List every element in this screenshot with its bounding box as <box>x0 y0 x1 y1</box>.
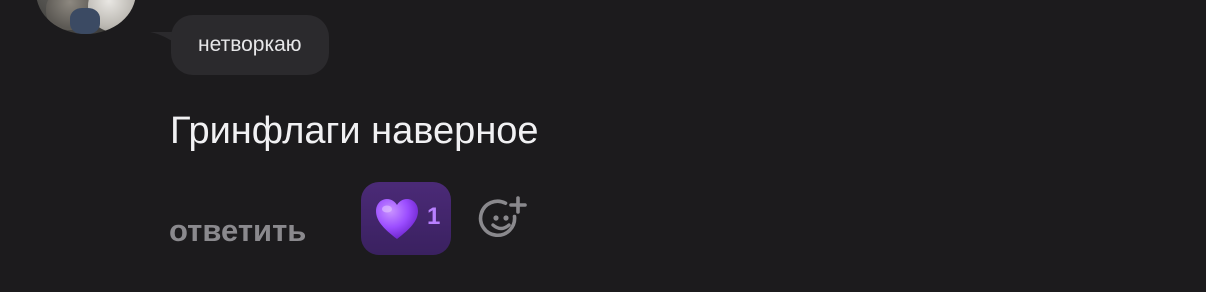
reply-quote-text: нетворкаю <box>198 33 302 56</box>
avatar[interactable] <box>36 0 136 34</box>
reply-button[interactable]: ответить <box>169 210 306 252</box>
reply-quote-bubble[interactable]: нетворкаю <box>171 15 329 75</box>
comment-thread-item: нетворкаю Гринфлаги наверное ответить 1 <box>0 0 1206 292</box>
comment-message: Гринфлаги наверное <box>170 110 539 152</box>
avatar-shape <box>70 8 100 34</box>
reaction-count: 1 <box>427 203 441 230</box>
purple-heart-icon <box>376 199 418 239</box>
add-reaction-smiley-icon[interactable] <box>478 194 530 244</box>
